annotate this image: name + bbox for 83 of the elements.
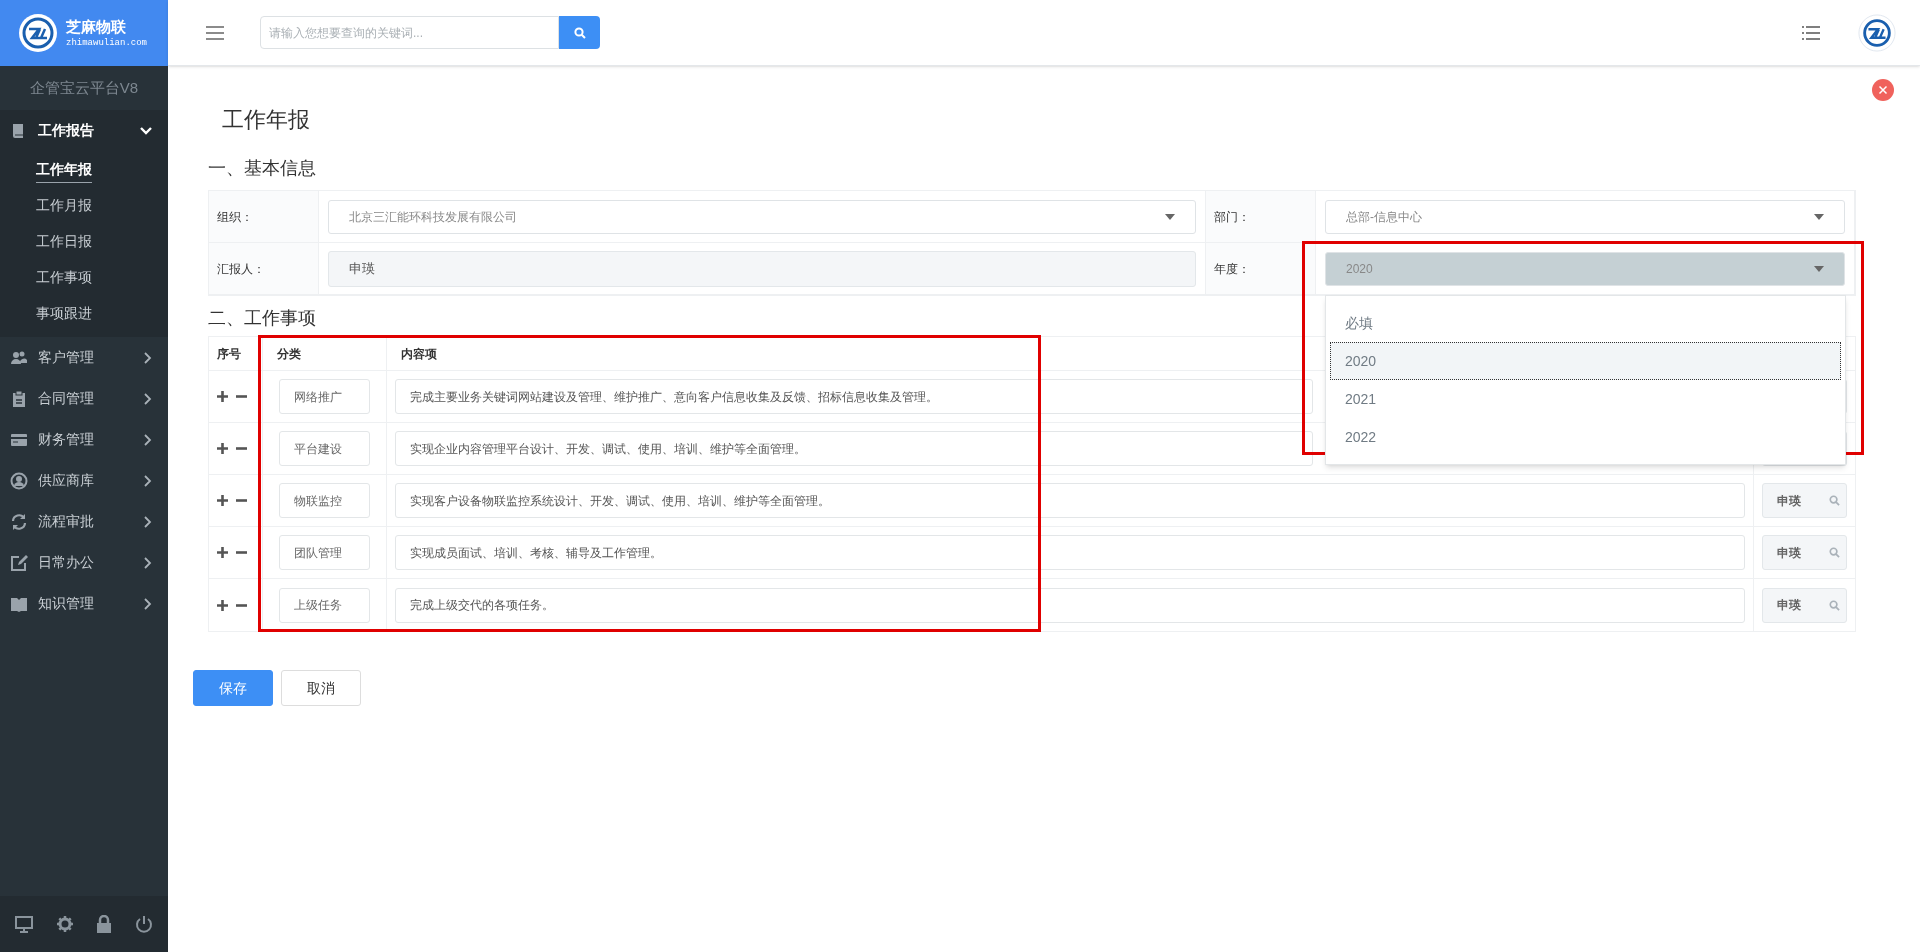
dropdown-option[interactable]: 必填 [1330, 304, 1841, 342]
chevron-right-icon [144, 351, 152, 364]
column-header: 序号 [217, 345, 241, 363]
search-icon [1829, 599, 1840, 611]
content-field[interactable]: 实现客户设备物联监控系统设计、开发、调试、使用、培训、维护等全面管理。 [395, 483, 1745, 518]
caret-icon [1814, 213, 1824, 220]
plus-icon[interactable] [217, 547, 228, 558]
menu-icon[interactable] [206, 25, 224, 40]
search-icon [1829, 495, 1840, 506]
content-field[interactable]: 实现成员面试、培训、考核、辅导及工作管理。 [395, 535, 1745, 570]
sidebar-item[interactable]: 合同管理 [0, 378, 168, 419]
chevron-right-icon [144, 474, 152, 487]
dropdown-option[interactable]: 2021 [1330, 380, 1841, 418]
brand-domain: zhimawulian.com [66, 37, 147, 49]
dropdown-option[interactable]: 2022 [1330, 418, 1841, 456]
edit-icon [10, 553, 28, 572]
section-heading: 二、工作事项 [208, 307, 316, 330]
chevron-right-icon [144, 556, 152, 569]
assignee-field[interactable]: 申瑛 [1762, 483, 1847, 518]
content-field[interactable]: 完成主要业务关键词网站建设及管理、维护推广、意向客户信息收集及反馈、招标信息收集及管理。 [395, 379, 1313, 414]
select-field[interactable]: 北京三汇能环科技发展有限公司 [328, 199, 1196, 234]
sidebar-item[interactable]: 日常办公 [0, 542, 168, 583]
plus-icon[interactable] [217, 443, 228, 454]
sidebar-subitem[interactable]: 工作年报 [36, 155, 92, 183]
sidebar-item[interactable]: 供应商库 [0, 460, 168, 501]
list-icon[interactable] [1802, 25, 1820, 40]
field-label: 部门： [1214, 208, 1250, 226]
chevron-right-icon [144, 433, 152, 446]
field-label: 汇报人： [217, 260, 265, 278]
content-field[interactable]: 完成上级交代的各项任务。 [395, 587, 1745, 623]
caret-icon [1814, 265, 1824, 272]
content-field[interactable]: 实现企业内容管理平台设计、开发、调试、使用、培训、维护等全面管理。 [395, 431, 1313, 466]
sidebar-subitem[interactable]: 工作月报 [36, 192, 92, 218]
plus-icon[interactable] [217, 599, 228, 611]
plus-icon[interactable] [217, 495, 228, 506]
brand-logo-icon [18, 13, 58, 53]
sidebar-subitem[interactable]: 工作事项 [36, 264, 92, 290]
platform-title: 企管宝云平台V8 [29, 77, 139, 98]
sidebar-item[interactable]: 财务管理 [0, 419, 168, 460]
column-header: 内容项 [401, 345, 437, 363]
category-field[interactable]: 物联监控 [279, 483, 370, 518]
chevron-right-icon [144, 392, 152, 405]
clipboard-icon [10, 389, 28, 408]
caret-icon [1165, 213, 1175, 220]
avatar-logo-icon[interactable] [1858, 13, 1896, 52]
search-icon [1829, 547, 1840, 558]
search-icon [573, 26, 586, 39]
sidebar-item[interactable]: 知识管理 [0, 583, 168, 624]
category-field[interactable]: 上级任务 [279, 587, 370, 623]
power-icon[interactable] [134, 915, 153, 933]
field-label: 组织： [217, 208, 253, 226]
sidebar-item[interactable]: 客户管理 [0, 337, 168, 378]
settings-icon[interactable] [55, 915, 74, 933]
monitor-icon[interactable] [15, 915, 34, 933]
dropdown-option[interactable]: 2020 [1330, 342, 1841, 380]
sidebar-subitem[interactable]: 工作日报 [36, 228, 92, 254]
assignee-field[interactable]: 申瑛 [1762, 535, 1847, 570]
user-icon [10, 471, 28, 490]
field-label: 年度： [1214, 260, 1250, 278]
cancel-button[interactable]: 取消 [281, 670, 361, 706]
close-icon[interactable] [1872, 79, 1894, 101]
select-field[interactable]: 总部-信息中心 [1325, 199, 1845, 234]
section-heading: 一、基本信息 [208, 157, 316, 180]
search-field[interactable]: 请输入您想要查询的关键词... [260, 16, 559, 49]
brand-name: 芝麻物联 [66, 17, 127, 37]
page-title: 工作年报 [222, 106, 311, 134]
category-field[interactable]: 团队管理 [279, 535, 370, 570]
search-button[interactable] [559, 16, 600, 49]
chevron-right-icon [144, 515, 152, 528]
minus-icon[interactable] [236, 603, 247, 607]
sidebar-subitem[interactable]: 事项跟进 [36, 300, 92, 326]
lock-icon[interactable] [96, 915, 113, 933]
chevron-down-icon [140, 126, 152, 135]
category-field[interactable]: 平台建设 [279, 431, 370, 466]
refresh-icon [10, 512, 28, 531]
column-header: 分类 [277, 345, 301, 363]
assignee-field[interactable]: 申瑛 [1762, 587, 1847, 623]
readonly-field: 申瑛 [328, 250, 1196, 287]
chevron-right-icon [144, 597, 152, 610]
sidebar-item[interactable]: 流程审批 [0, 501, 168, 542]
sidebar-item[interactable]: 工作报告 [0, 110, 168, 151]
plus-icon[interactable] [217, 391, 228, 402]
category-field[interactable]: 网络推广 [279, 379, 370, 414]
